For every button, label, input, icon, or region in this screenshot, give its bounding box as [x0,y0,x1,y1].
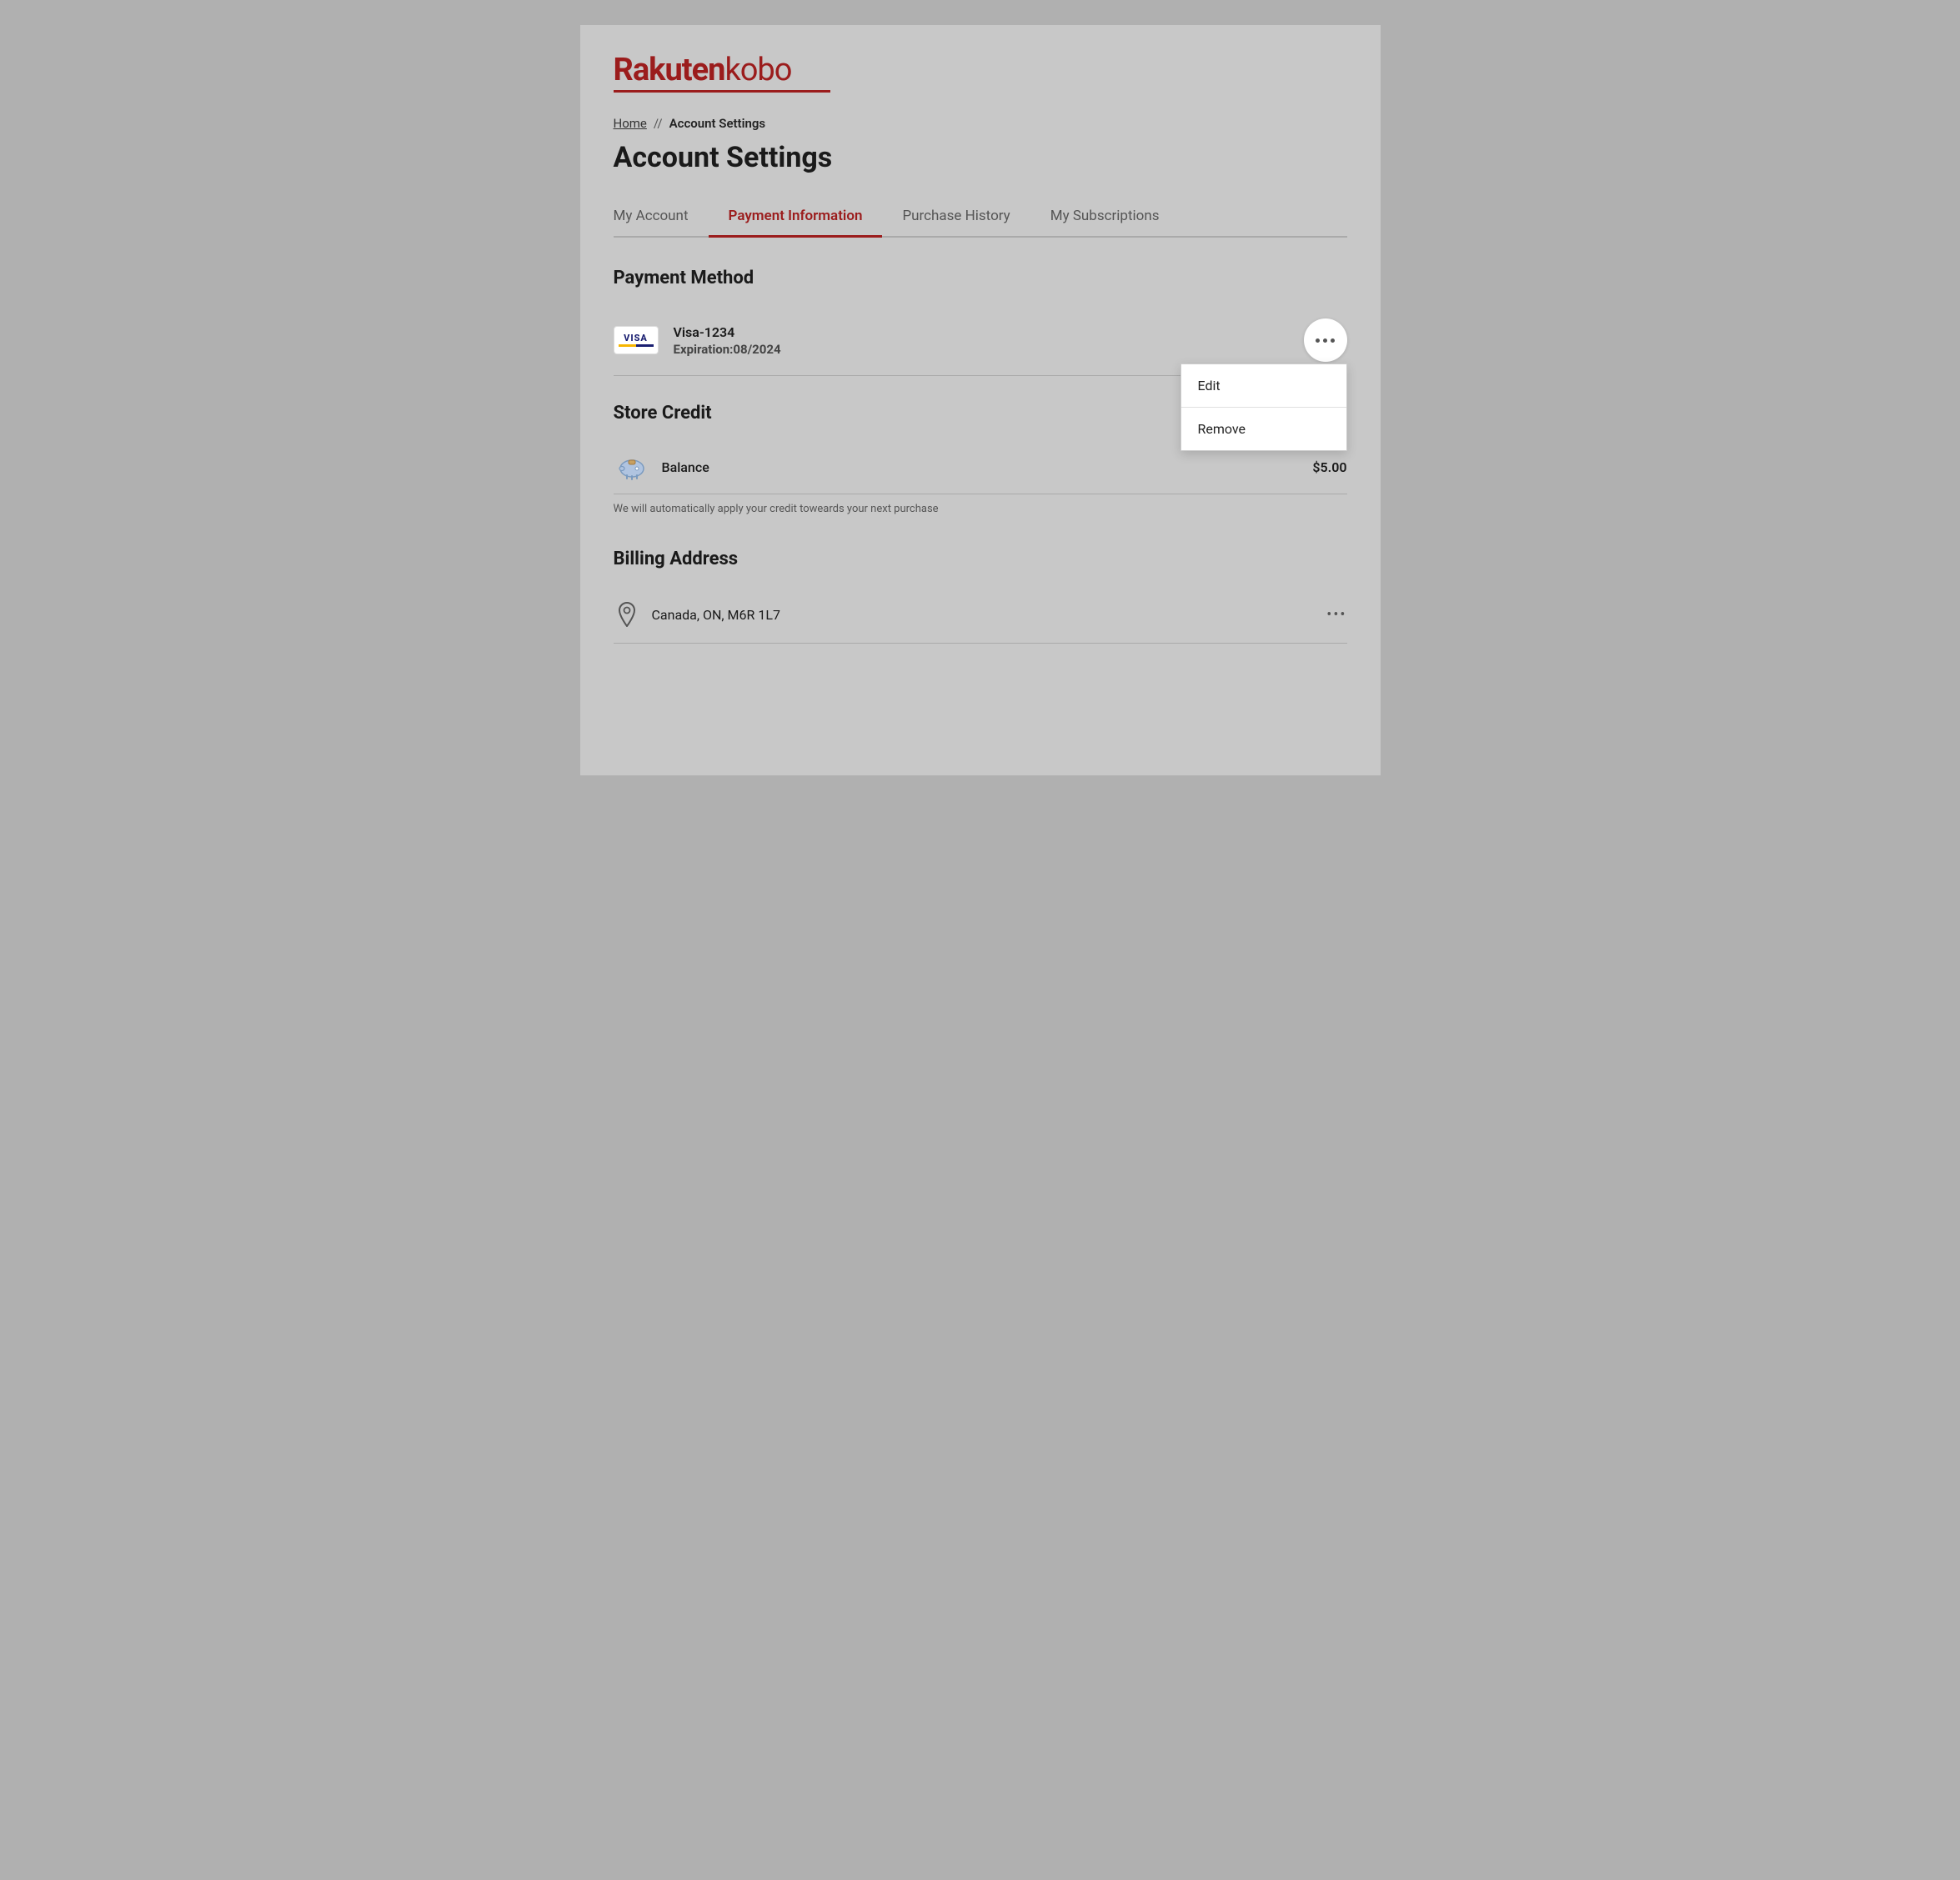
breadcrumb-current: Account Settings [669,116,766,131]
balance-amount: $5.00 [1312,459,1346,475]
visa-card-icon: VISA [614,326,659,354]
address-row: Canada, ON, M6R 1L7 ••• [614,586,1347,644]
dropdown-remove[interactable]: Remove [1181,408,1346,450]
billing-address-section: Billing Address Canada, ON, M6R 1L7 ••• [614,549,1347,644]
dots-icon [1316,338,1335,343]
tab-payment-information[interactable]: Payment Information [709,198,883,236]
store-credit-icon [614,452,650,482]
logo[interactable]: Rakutenkobo [614,52,1347,93]
card-row: VISA Visa-1234 Expiration:08/2024 [614,305,1347,376]
card-name: Visa-1234 [674,324,1304,340]
tab-purchase-history[interactable]: Purchase History [882,198,1030,236]
billing-address-title: Billing Address [614,549,1347,569]
address-options-button[interactable]: ••• [1326,606,1346,624]
logo-underline [614,90,830,93]
page-title: Account Settings [614,141,1347,174]
breadcrumb-home[interactable]: Home [614,116,647,131]
balance-label: Balance [662,459,1313,475]
credit-note: We will automatically apply your credit … [614,503,1347,522]
billing-address-text: Canada, ON, M6R 1L7 [652,607,1327,623]
page-container: Rakutenkobo Home // Account Settings Acc… [580,25,1381,775]
breadcrumb-separator: // [654,116,663,131]
dropdown-edit[interactable]: Edit [1181,364,1346,408]
card-details: Visa-1234 Expiration:08/2024 [674,324,1304,357]
visa-text: VISA [624,333,648,343]
card-expiry: Expiration:08/2024 [674,342,1304,357]
payment-method-section: Payment Method VISA Visa-1234 Expiration… [614,268,1347,376]
card-dropdown-menu: Edit Remove [1181,363,1347,451]
location-pin-icon [614,599,640,629]
tab-my-account[interactable]: My Account [614,198,709,236]
breadcrumb: Home // Account Settings [614,116,1347,131]
logo-text: Rakutenkobo [614,52,1347,88]
tab-my-subscriptions[interactable]: My Subscriptions [1030,198,1180,236]
tabs-container: My Account Payment Information Purchase … [614,198,1347,238]
card-options-button[interactable] [1304,318,1347,362]
visa-stripe [619,344,654,347]
payment-method-title: Payment Method [614,268,1347,288]
